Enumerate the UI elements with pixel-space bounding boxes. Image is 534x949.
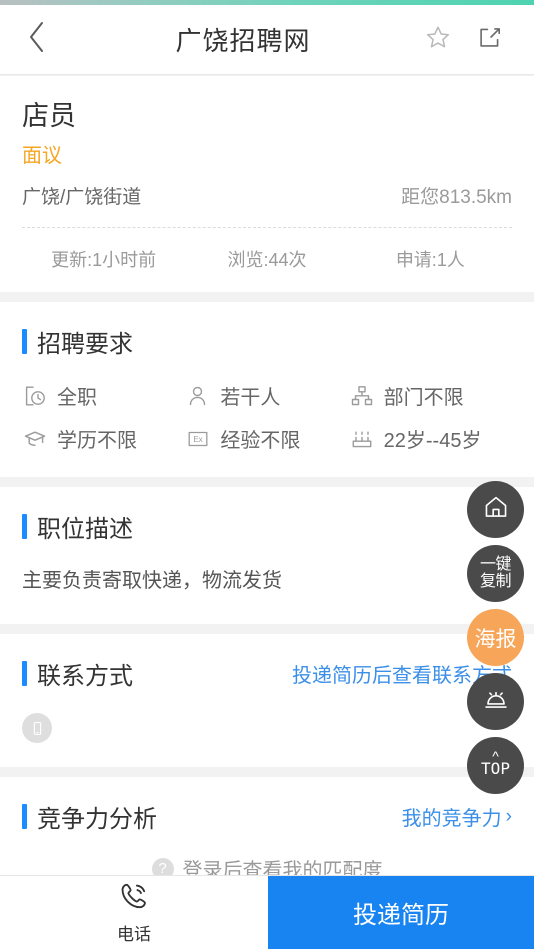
fab-home-button[interactable]: [467, 481, 524, 538]
requirement-job-type: 全职: [22, 381, 185, 410]
star-outline-icon: [425, 24, 451, 55]
requirement-label: 若干人: [220, 387, 281, 410]
fab-alarm-button[interactable]: [467, 673, 524, 730]
fab-copy-line1: 一键: [479, 555, 512, 573]
requirement-age: 22岁--45岁: [349, 424, 512, 453]
requirement-department: 部门不限: [349, 381, 512, 410]
description-header: 职位描述: [22, 509, 512, 544]
requirement-education: 学历不限: [22, 424, 185, 453]
apply-button-label: 投递简历: [353, 902, 449, 929]
favorite-button[interactable]: [412, 5, 464, 75]
alarm-icon: [483, 686, 509, 717]
stat-updated: 更新:1小时前: [51, 250, 157, 271]
requirements-title: 招聘要求: [37, 331, 133, 359]
my-competitiveness-link[interactable]: 我的竞争力 ›: [402, 802, 512, 831]
requirement-label: 经验不限: [220, 430, 301, 453]
section-divider: [0, 767, 534, 778]
org-chart-icon: [349, 383, 375, 409]
navbar-actions: [412, 5, 534, 75]
page-title: 广饶招聘网: [175, 26, 311, 56]
contact-masked-row: [22, 691, 512, 767]
distance-text: 距您813.5km: [401, 187, 512, 209]
stat-views: 浏览:44次: [227, 250, 307, 271]
back-button[interactable]: [0, 5, 74, 75]
app-screen: 广饶招聘网 店员 面议 广饶/广饶街道 距您813.5km 更新:1小时前 浏览…: [0, 0, 534, 949]
svg-text:Ex: Ex: [194, 435, 203, 444]
cake-icon: [349, 426, 375, 452]
match-hint-row[interactable]: ? 登录后查看我的匹配度: [22, 854, 512, 875]
job-title: 店员: [22, 101, 76, 131]
fab-copy-button[interactable]: 一键 复制: [467, 545, 524, 602]
chevron-right-icon: ›: [505, 805, 512, 827]
section-divider: [0, 477, 534, 488]
location-row: 广饶/广饶街道 距您813.5km: [22, 182, 512, 227]
mobile-phone-icon: [22, 713, 52, 744]
section-divider: [0, 624, 534, 635]
contact-header: 联系方式 投递简历后查看联系方式: [22, 656, 512, 691]
fab-poster-label: 海报: [474, 627, 517, 651]
job-location: 广饶/广饶街道: [22, 187, 142, 209]
section-accent-bar: [22, 661, 27, 687]
experience-badge-icon: Ex: [185, 426, 211, 452]
contact-card: 联系方式 投递简历后查看联系方式: [0, 634, 534, 768]
match-hint-text: 登录后查看我的匹配度: [182, 860, 383, 875]
requirement-label: 学历不限: [57, 430, 137, 453]
section-divider: [0, 292, 534, 303]
share-icon: [477, 24, 503, 55]
phone-call-icon: [118, 880, 150, 917]
navigation-bar: 广饶招聘网: [0, 5, 534, 75]
competitiveness-title: 竞争力分析: [37, 806, 157, 834]
fab-copy-line2: 复制: [479, 572, 512, 590]
section-accent-bar: [22, 514, 27, 540]
description-card: 职位描述 主要负责寄取快递，物流发货: [0, 487, 534, 625]
chevron-left-icon: [26, 20, 48, 59]
page-loading-progress-bar: [0, 0, 534, 5]
clock-badge-icon: [22, 383, 48, 409]
call-button-label: 电话: [117, 925, 151, 944]
fab-top-group: ^ TOP: [481, 749, 510, 779]
competitiveness-body: ? 登录后查看我的匹配度 一般 良好 优秀: [22, 834, 512, 875]
apply-button[interactable]: 投递简历: [268, 876, 534, 949]
requirements-grid: 全职 若干人 部门不限 学历不限 Ex 经验不限 22岁--45岁: [22, 359, 512, 477]
fab-scroll-top-button[interactable]: ^ TOP: [467, 737, 524, 794]
scroll-content[interactable]: 店员 面议 广饶/广饶街道 距您813.5km 更新:1小时前 浏览:44次 申…: [0, 76, 534, 875]
requirements-header: 招聘要求: [22, 324, 512, 359]
description-body: 主要负责寄取快递，物流发货: [22, 570, 282, 593]
requirements-card: 招聘要求 全职 若干人 部门不限 学历不限 Ex 经验不限 22岁--45岁: [0, 302, 534, 478]
fab-top-label: TOP: [481, 759, 510, 778]
bottom-action-bar: 电话 投递简历: [0, 875, 534, 949]
competitiveness-card: 竞争力分析 我的竞争力 › ? 登录后查看我的匹配度: [0, 777, 534, 875]
fab-copy-label: 一键 复制: [479, 555, 512, 591]
graduation-cap-icon: [22, 426, 48, 452]
job-stats-row: 更新:1小时前 浏览:44次 申请:1人: [22, 227, 512, 292]
contact-title: 联系方式: [37, 663, 133, 691]
description-title: 职位描述: [37, 516, 133, 544]
my-competitiveness-label: 我的竞争力: [401, 808, 502, 831]
requirement-label: 22岁--45岁: [383, 430, 482, 453]
call-button[interactable]: 电话: [0, 876, 268, 949]
person-icon: [185, 383, 211, 409]
requirement-headcount: 若干人: [185, 381, 348, 410]
requirement-label: 全职: [57, 387, 97, 410]
section-accent-bar: [22, 329, 27, 355]
section-accent-bar: [22, 804, 27, 830]
stat-applicants: 申请:1人: [395, 250, 465, 271]
fab-poster-button[interactable]: 海报: [467, 609, 524, 666]
job-summary-card: 店员 面议 广饶/广饶街道 距您813.5km 更新:1小时前 浏览:44次 申…: [0, 76, 534, 293]
share-button[interactable]: [464, 5, 516, 75]
competitiveness-header: 竞争力分析 我的竞争力 ›: [22, 799, 512, 834]
home-icon: [483, 494, 509, 525]
requirement-experience: Ex 经验不限: [185, 424, 348, 453]
salary-text: 面议: [22, 145, 62, 168]
floating-action-buttons: 一键 复制 海报 ^ TOP: [467, 481, 524, 801]
question-mark-icon: ?: [151, 857, 174, 875]
requirement-label: 部门不限: [383, 387, 464, 410]
